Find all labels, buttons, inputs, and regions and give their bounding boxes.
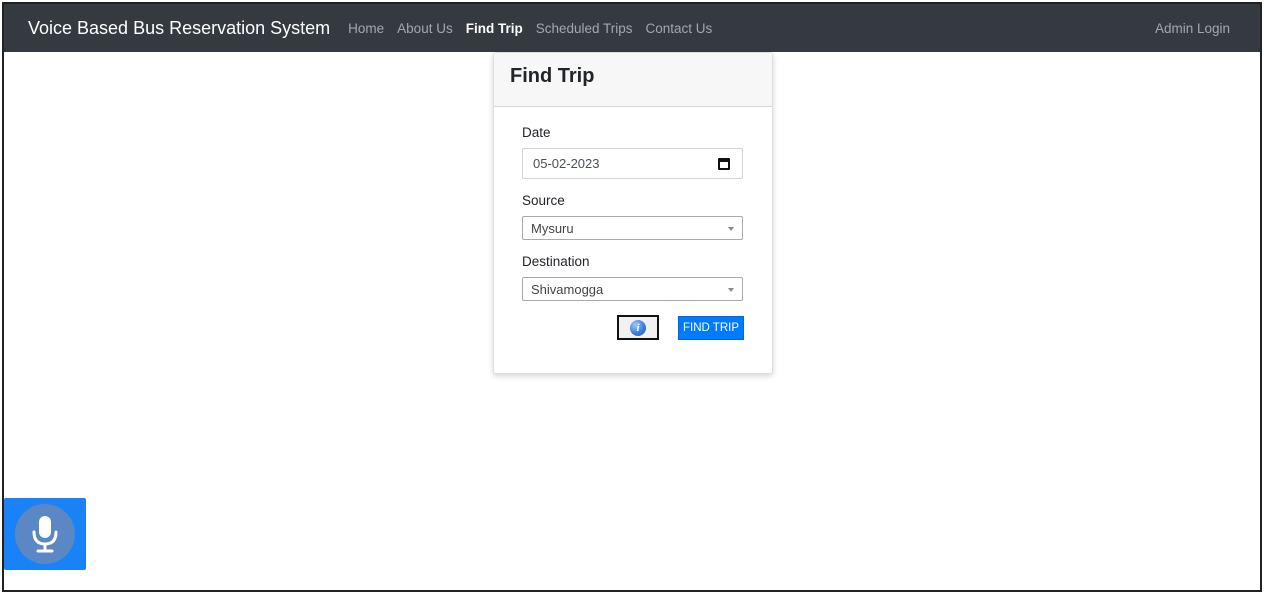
destination-value: Shivamogga (531, 281, 604, 297)
chevron-down-icon (728, 227, 734, 231)
chevron-down-icon (728, 288, 734, 292)
nav-about-us[interactable]: About Us (397, 21, 453, 36)
date-input[interactable]: 05-02-2023 (522, 148, 743, 179)
form-actions: i FIND TRIP (522, 315, 744, 340)
microphone-icon (15, 504, 75, 564)
find-trip-card: Find Trip Date 05-02-2023 Source Mysuru … (493, 52, 773, 374)
nav-scheduled-trips[interactable]: Scheduled Trips (536, 21, 633, 36)
date-group: Date 05-02-2023 (522, 125, 744, 179)
browser-viewport: Voice Based Bus Reservation System Home … (2, 2, 1262, 592)
destination-group: Destination Shivamogga (522, 254, 744, 301)
find-trip-button[interactable]: FIND TRIP (678, 315, 744, 340)
voice-input-button[interactable] (4, 498, 86, 570)
destination-label: Destination (522, 254, 590, 269)
destination-select[interactable]: Shivamogga (522, 277, 743, 301)
info-icon: i (630, 319, 646, 336)
source-value: Mysuru (531, 220, 574, 236)
card-header: Find Trip (494, 53, 772, 107)
card-title: Find Trip (510, 65, 595, 87)
nav-find-trip[interactable]: Find Trip (466, 21, 523, 36)
site-brand[interactable]: Voice Based Bus Reservation System (28, 18, 330, 39)
date-value: 05-02-2023 (533, 156, 600, 171)
source-group: Source Mysuru (522, 193, 744, 240)
source-select[interactable]: Mysuru (522, 216, 743, 240)
source-label: Source (522, 193, 565, 208)
find-trip-form: Date 05-02-2023 Source Mysuru Destinatio… (494, 107, 772, 340)
nav-contact-us[interactable]: Contact Us (646, 21, 713, 36)
admin-login-link[interactable]: Admin Login (1155, 21, 1230, 36)
top-navbar: Voice Based Bus Reservation System Home … (4, 4, 1260, 52)
info-button[interactable]: i (617, 315, 659, 340)
calendar-icon[interactable] (718, 158, 730, 170)
nav-home[interactable]: Home (348, 21, 384, 36)
nav-links: Home About Us Find Trip Scheduled Trips … (348, 21, 725, 36)
date-label: Date (522, 125, 551, 140)
